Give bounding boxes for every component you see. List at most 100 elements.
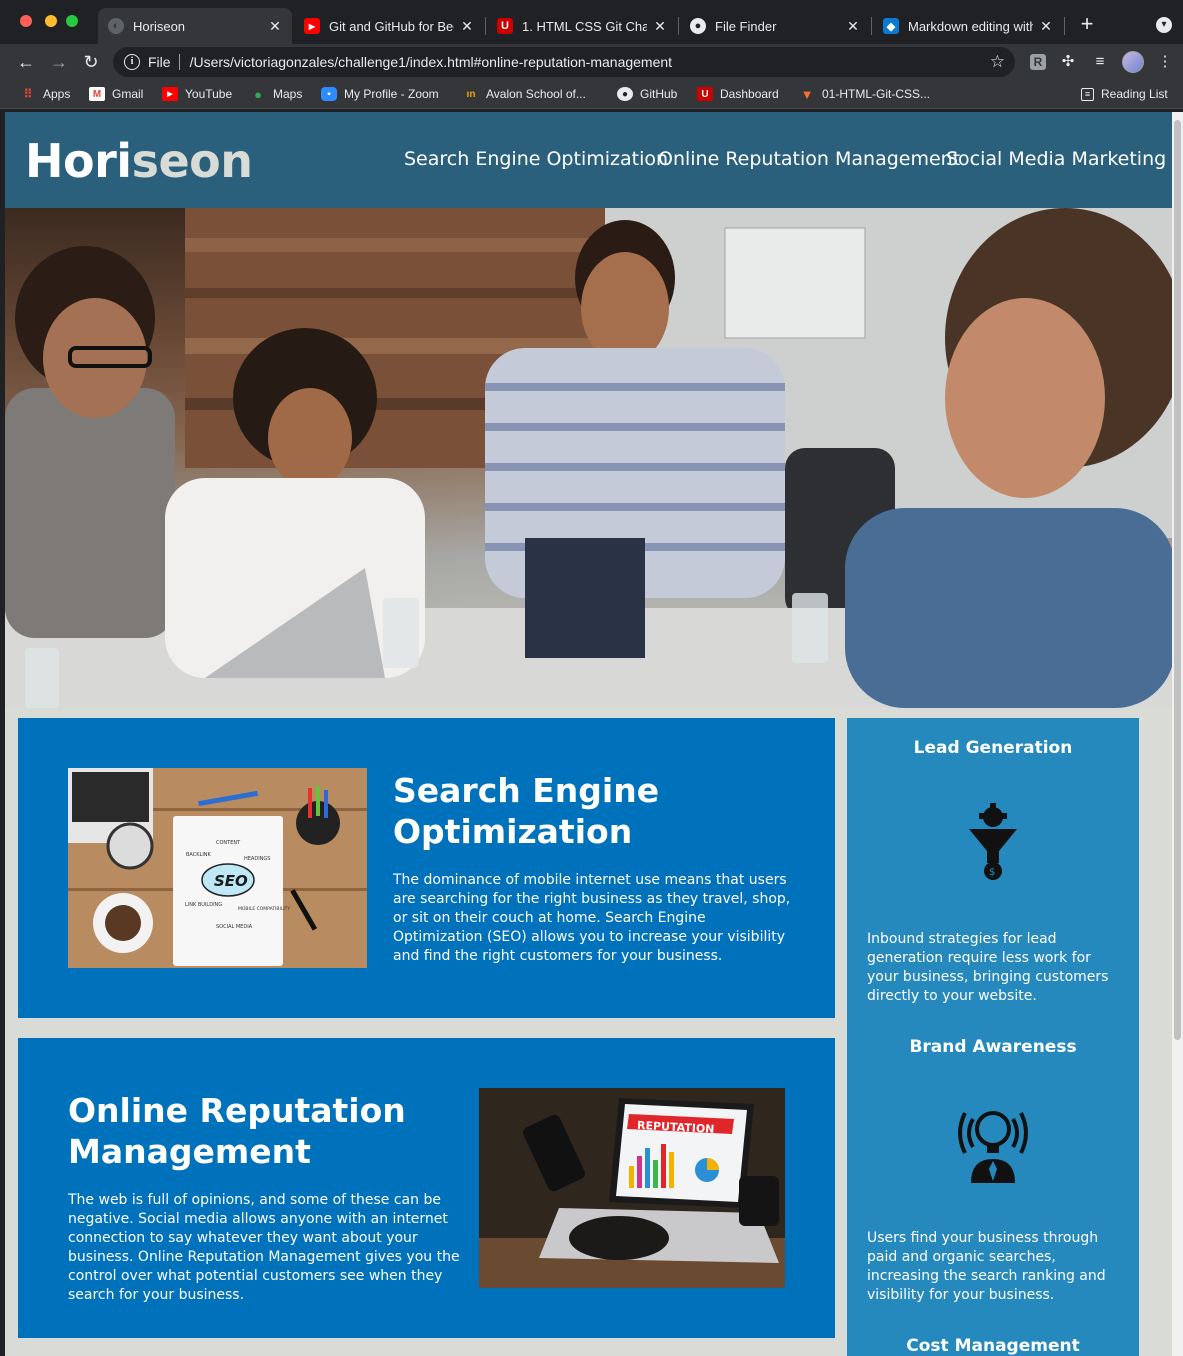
tab-title: 1. HTML CSS Git Challe xyxy=(522,18,647,34)
bookmark-label: Dashboard xyxy=(720,87,779,101)
browser-menu-kebab-icon[interactable]: ⋮ xyxy=(1155,52,1175,72)
address-divider xyxy=(178,54,180,70)
hero-meeting-illustration xyxy=(5,208,1172,708)
browser-tab-file-finder[interactable]: ● File Finder ✕ xyxy=(680,8,870,44)
close-tab-icon[interactable]: ✕ xyxy=(268,18,282,35)
benefit-text: Users find your business through paid an… xyxy=(867,1230,1106,1303)
forward-arrow-icon[interactable]: → xyxy=(47,50,71,74)
bookmark-gmail[interactable]: M Gmail xyxy=(89,85,143,103)
benefit-title: Cost Management xyxy=(906,1336,1080,1356)
scrollbar-thumb[interactable] xyxy=(1174,120,1181,1040)
browser-tab-horiseon[interactable]: ◐ Horiseon ✕ xyxy=(98,8,292,44)
benefits-sidebar: Lead Generation $ Inbound strategies for… xyxy=(847,718,1139,1356)
reading-list-button[interactable]: ≡ Reading List xyxy=(1081,85,1168,103)
site-info-icon[interactable]: i xyxy=(124,54,140,70)
bookmark-label: Maps xyxy=(273,87,303,101)
globe-icon: ◐ xyxy=(108,18,124,34)
bookmark-gitlab[interactable]: ▼ 01-HTML-Git-CSS... xyxy=(799,85,930,103)
seo-headings-word: HEADINGS xyxy=(244,856,270,862)
media-control-icon[interactable]: ≡ xyxy=(1090,52,1110,72)
avalon-icon: ın xyxy=(466,88,476,100)
lead-funnel-icon: $ xyxy=(967,803,1019,883)
reading-list-icon: ≡ xyxy=(1081,87,1094,101)
tab-search-chevron-icon[interactable]: ▾ xyxy=(1156,17,1172,33)
reload-icon[interactable]: ↻ xyxy=(79,50,103,74)
profile-avatar[interactable] xyxy=(1122,51,1144,73)
new-tab-plus-icon[interactable]: + xyxy=(1076,13,1098,36)
seo-section: SEO CONTENT BACKLINK HEADINGS LINK BUILD… xyxy=(18,718,835,1018)
extension-r-icon[interactable]: R xyxy=(1030,54,1046,70)
minimize-window-button[interactable] xyxy=(45,15,57,27)
bookmark-dashboard[interactable]: U Dashboard xyxy=(697,85,779,103)
close-window-button[interactable] xyxy=(20,15,32,27)
seo-notebook-illustration: SEO CONTENT BACKLINK HEADINGS LINK BUILD… xyxy=(68,768,367,968)
browser-tab-git-github[interactable]: ▶ Git and GitHub for Beg ✕ xyxy=(294,8,484,44)
browser-toolbar: ← → ↻ i File /Users/victoriagonzales/cha… xyxy=(0,44,1183,80)
browser-tab-html-css-challenge[interactable]: U 1. HTML CSS Git Challe ✕ xyxy=(487,8,677,44)
address-bar[interactable]: i File /Users/victoriagonzales/challenge… xyxy=(113,47,1015,77)
nav-link-seo[interactable]: Search Engine Optimization xyxy=(404,148,668,170)
benefit-title: Lead Generation xyxy=(913,738,1073,758)
bookmark-github[interactable]: ● GitHub xyxy=(617,85,677,103)
seo-mobile-word: MOBILE COMPATIBILITY xyxy=(238,906,290,912)
nav-link-reputation[interactable]: Online Reputation Management xyxy=(658,148,960,170)
bookmark-label: Avalon School of... xyxy=(486,87,586,101)
address-url[interactable]: /Users/victoriagonzales/challenge1/index… xyxy=(190,54,673,70)
gitlab-icon: ▼ xyxy=(800,86,814,102)
close-tab-icon[interactable]: ✕ xyxy=(1039,18,1053,35)
seo-backlink-word: BACKLINK xyxy=(186,852,212,858)
seo-social-word: SOCIAL MEDIA xyxy=(216,924,253,930)
bookmarks-bar: ⠿ Apps M Gmail ▶ YouTube ● Maps ▪ My Pro… xyxy=(0,80,1183,109)
site-header: Horiseon Search Engine Optimization Onli… xyxy=(5,112,1172,208)
address-scheme: File xyxy=(148,54,171,70)
vscode-icon: ◆ xyxy=(883,18,899,34)
benefit-text: Inbound strategies for lead generation r… xyxy=(867,931,1109,1004)
seo-image: SEO CONTENT BACKLINK HEADINGS LINK BUILD… xyxy=(68,768,367,968)
bookmark-youtube[interactable]: ▶ YouTube xyxy=(162,85,232,103)
nav-link-social-media[interactable]: Social Media Marketing xyxy=(946,148,1166,170)
github-icon: ● xyxy=(617,87,633,101)
browser-tab-markdown-editing[interactable]: ◆ Markdown editing with ✕ xyxy=(873,8,1063,44)
reputation-section: Online Reputation Management The web is … xyxy=(18,1038,835,1338)
github-icon: ● xyxy=(690,18,706,34)
youtube-icon: ▶ xyxy=(162,87,178,101)
reputation-laptop-illustration: REPUTATION xyxy=(479,1088,785,1288)
utah-u-icon: U xyxy=(497,18,513,34)
bookmark-zoom[interactable]: ▪ My Profile - Zoom xyxy=(321,85,439,103)
benefit-title: Brand Awareness xyxy=(909,1037,1077,1057)
extensions-puzzle-icon[interactable]: ✣ xyxy=(1058,52,1078,72)
bookmark-avalon[interactable]: ın Avalon School of... xyxy=(463,85,586,103)
bookmark-star-icon[interactable]: ☆ xyxy=(990,52,1005,72)
reading-list-label: Reading List xyxy=(1101,87,1168,101)
tab-separator xyxy=(485,17,486,35)
reputation-paragraph: The web is full of opinions, and some of… xyxy=(68,1192,460,1303)
brand-lightbulb-icon xyxy=(955,1103,1031,1183)
seo-word: SEO xyxy=(214,872,248,890)
bookmark-label: Apps xyxy=(43,87,71,101)
bookmark-label: Gmail xyxy=(112,87,144,101)
reputation-heading: Online Reputation Management xyxy=(68,1091,406,1171)
maximize-window-button[interactable] xyxy=(66,15,78,27)
bookmark-label: 01-HTML-Git-CSS... xyxy=(822,87,931,101)
bookmark-label: My Profile - Zoom xyxy=(344,87,439,101)
logo-part-hori: Hori xyxy=(25,134,132,188)
youtube-icon: ▶ xyxy=(304,18,320,34)
back-arrow-icon[interactable]: ← xyxy=(14,50,38,74)
close-tab-icon[interactable]: ✕ xyxy=(653,18,667,35)
close-tab-icon[interactable]: ✕ xyxy=(460,18,474,35)
bookmark-maps[interactable]: ● Maps xyxy=(250,85,302,103)
utah-u-icon: U xyxy=(697,87,713,101)
seo-link-building-word: LINK BUILDING xyxy=(185,902,222,908)
maps-pin-icon: ● xyxy=(254,86,262,102)
tab-title: Horiseon xyxy=(133,18,186,34)
bookmark-label: GitHub xyxy=(640,87,678,101)
close-tab-icon[interactable]: ✕ xyxy=(846,18,860,35)
apps-grid-icon: ⠿ xyxy=(23,87,33,101)
tab-separator xyxy=(678,17,679,35)
bookmark-apps[interactable]: ⠿ Apps xyxy=(20,85,71,103)
tab-title: Markdown editing with xyxy=(908,18,1033,34)
page-scrollbar[interactable] xyxy=(1172,112,1183,1356)
hero-image xyxy=(5,208,1172,708)
seo-paragraph: The dominance of mobile internet use mea… xyxy=(393,872,791,964)
reputation-image: REPUTATION xyxy=(479,1088,785,1288)
